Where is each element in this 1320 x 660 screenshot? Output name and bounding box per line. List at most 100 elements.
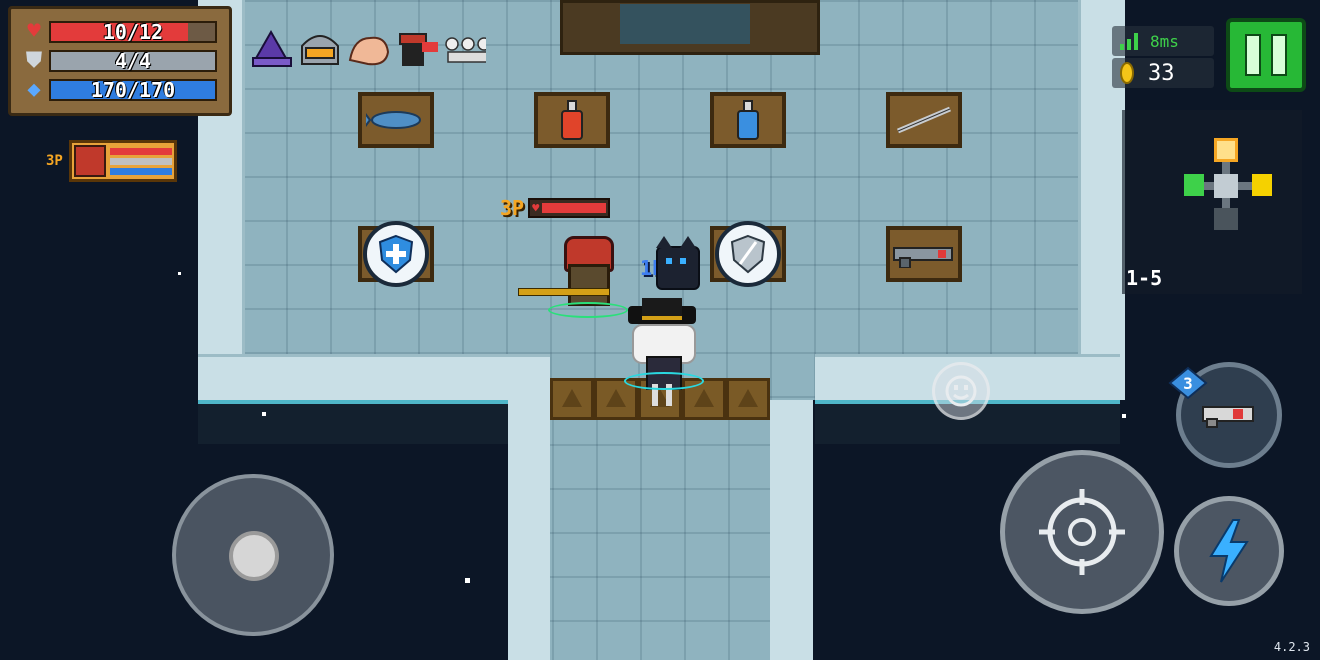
muscle-arm-buff-icon [346,28,390,72]
shop-pedestal[interactable] [886,92,962,148]
level-value: 1-5 [1126,266,1163,290]
coin-icon [1120,62,1134,84]
player-stats-panel: ♥ 10/12 ⛊ 4/4 ◆ 170/170 [8,6,232,116]
cat-eye [680,258,686,264]
snow-speck [1122,414,1126,418]
smiley-icon [945,375,977,407]
network-status: 8ms [1112,26,1214,56]
emote-button[interactable] [932,362,990,420]
diamond-icon: ◆ [27,76,41,102]
shield-icon: ⛊ [25,47,43,73]
cat-body [656,246,700,290]
player-3p-hp-fill [542,203,607,213]
rifle [518,288,610,296]
minimap-link [1238,182,1252,190]
teammate-hp-bar [109,147,172,155]
teammate-avatar [73,145,106,177]
armor-shield-orb-icon [363,221,429,287]
shop-pedestal[interactable] [358,221,434,287]
shop-pedestal[interactable] [358,92,434,148]
skeleton-squad-buff-icon [442,28,486,72]
energy-bar: 170/170 [49,77,217,102]
teammate-energy-bar [109,167,172,175]
snow-speck [178,272,181,275]
minimap-room-current [1214,174,1238,198]
minimap[interactable]: 1-5 [1122,110,1302,294]
gun-weapon-icon [1202,406,1254,428]
minimap-room [1214,208,1238,230]
shop-pedestal[interactable] [886,226,962,282]
teammate-status: 3P [46,140,177,182]
energy-value: 170/170 [90,77,176,102]
fish-weapon-icon [366,111,421,129]
teammate-tag: 3P [46,153,63,169]
helmet-buff-icon [298,28,342,72]
energy-cost-value: 3 [1183,373,1193,393]
sword-icon [897,106,951,134]
teammate-bars [109,147,172,175]
gun-weapon-icon [893,247,953,268]
blue-potion-icon [737,100,759,140]
armor-bar: 4/4 [49,48,217,73]
red-potion-icon [561,100,583,140]
joystick-knob[interactable] [229,531,279,581]
crate [726,378,770,420]
merchant-counter [620,4,750,44]
cat-ear [680,236,696,248]
armor-row: ⛊ 4/4 [19,46,221,75]
pause-icon-bar [1271,34,1287,76]
top-hat [642,298,682,320]
minimap-room-start [1184,174,1204,196]
energy-cost-badge: 3 [1168,366,1208,400]
teammate-panel [68,140,177,182]
teammate-armor-bar [109,157,172,165]
shop-pedestal[interactable] [534,92,610,148]
armor-value: 4/4 [114,48,152,73]
corridor-wall-left [508,400,550,660]
player-3p-tag: 3P [500,196,525,220]
version-label: 4.2.3 [1273,640,1310,654]
hp-row: ♥ 10/12 [19,17,221,46]
crosshair-icon [1039,489,1125,575]
coin-counter: 33 [1112,58,1214,88]
corridor-wall-right [770,400,813,660]
energy-row: ◆ 170/170 [19,75,221,104]
pause-button[interactable] [1226,18,1306,92]
ground-ring [548,302,628,318]
crate [550,378,594,420]
player-3p-character [518,236,632,318]
ping-value: 8ms [1150,31,1179,51]
mirror-shield-orb-icon [715,221,781,287]
ledge-left [198,400,508,444]
heart-icon: ♥ [27,18,41,44]
minimap-room-shop [1214,138,1238,162]
hp-bar: 10/12 [49,20,217,43]
body [568,264,610,306]
player-3p-label: 3P ♥ [500,196,611,220]
signal-icon [1120,33,1138,50]
black-cat-pet [652,236,700,290]
heart-icon: ♥ [532,201,540,215]
minimap-link [1222,198,1230,208]
skill-button[interactable] [1174,496,1284,606]
cat-eye [666,258,672,264]
level-indicator: 1-5 [1126,266,1162,290]
lightning-icon [1209,519,1249,583]
snow-speck [465,578,470,583]
bottom-wall-left [198,354,550,403]
wizard-hat-buff-icon [250,28,294,72]
shop-pedestal[interactable] [710,92,786,148]
cat-ear [656,236,672,248]
buff-bar [250,28,486,72]
bandit-buff-icon [394,28,438,72]
minimap-room-event [1252,174,1272,196]
shop-pedestal[interactable] [710,221,786,287]
ground-ring [624,372,704,390]
player-3p-hp-bar: ♥ [528,198,611,218]
pause-icon [1245,34,1261,76]
coin-value: 33 [1148,60,1175,86]
corridor-floor [508,400,813,660]
player-1p-character [622,298,704,410]
snow-speck [262,412,266,416]
attack-button[interactable] [1000,450,1164,614]
